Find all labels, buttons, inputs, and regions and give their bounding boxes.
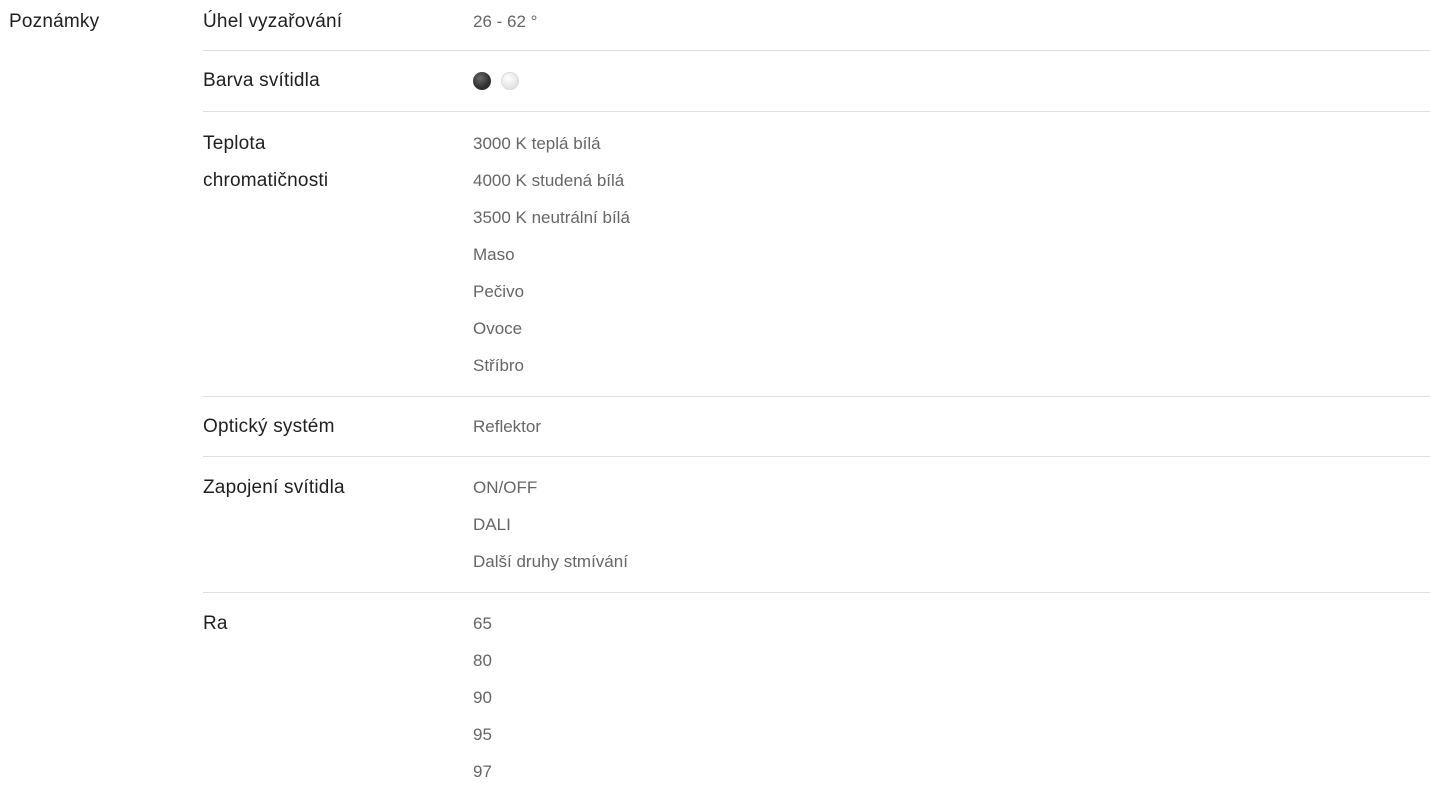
black-swatch[interactable] [473,71,491,90]
color-swatches [473,62,1430,99]
spec-label: Teplota chromatičnosti [203,125,473,396]
spec-row-opticky-system: Optický systém Reflektor [203,397,1430,457]
spec-value: 3500 K neutrální bílá [473,208,630,227]
spec-label: Ra [203,613,228,634]
spec-value: Další druhy stmívání [473,552,628,571]
spec-label: Optický systém [203,416,335,437]
spec-value: 80 [473,651,492,670]
section-label-poznamky: Poznámky [9,11,100,32]
spec-value: 65 [473,614,492,633]
spec-row-teplota-chromaticnosti: Teplota chromatičnosti 3000 K teplá bílá… [203,112,1430,397]
spec-label-line: chromatičnosti [203,170,329,191]
spec-value: 90 [473,688,492,707]
spec-value: DALI [473,515,511,534]
spec-value: Stříbro [473,356,525,375]
spec-value: 95 [473,725,492,744]
spec-values: ON/OFF DALI Další druhy stmívání [473,469,1430,592]
spec-row-ra: Ra 65 80 90 95 97 [203,593,1430,794]
spec-values: 65 80 90 95 97 [473,605,1430,794]
spec-value: Ovoce [473,319,523,338]
spec-row-zapojeni-svitidla: Zapojení svítidla ON/OFF DALI Další druh… [203,457,1430,593]
spec-values [473,62,1430,111]
spec-value: Reflektor [473,417,542,436]
spec-value: 4000 K studená bílá [473,171,625,190]
spec-value: ON/OFF [473,478,538,497]
spec-values: 3000 K teplá bílá 4000 K studená bílá 35… [473,125,1430,396]
spec-table: Úhel vyzařování 26 - 62 ° Barva svítidla… [203,0,1430,794]
silver-swatch[interactable] [501,71,519,90]
spec-row-uhel-vyzarovani: Úhel vyzařování 26 - 62 ° [203,0,1430,51]
spec-label: Barva svítidla [203,70,320,91]
spec-values: 26 - 62 ° [473,8,1430,50]
spec-label: Zapojení svítidla [203,477,345,498]
spec-label: Úhel vyzařování [203,11,343,32]
spec-label-line: Teplota [203,133,266,154]
spec-value: Maso [473,245,515,264]
spec-row-barva-svitidla: Barva svítidla [203,51,1430,112]
spec-value: 3000 K teplá bílá [473,134,601,153]
spec-value: 26 - 62 ° [473,12,538,31]
spec-values: Reflektor [473,408,1430,456]
spec-value: 97 [473,762,492,781]
spec-value: Pečivo [473,282,525,301]
